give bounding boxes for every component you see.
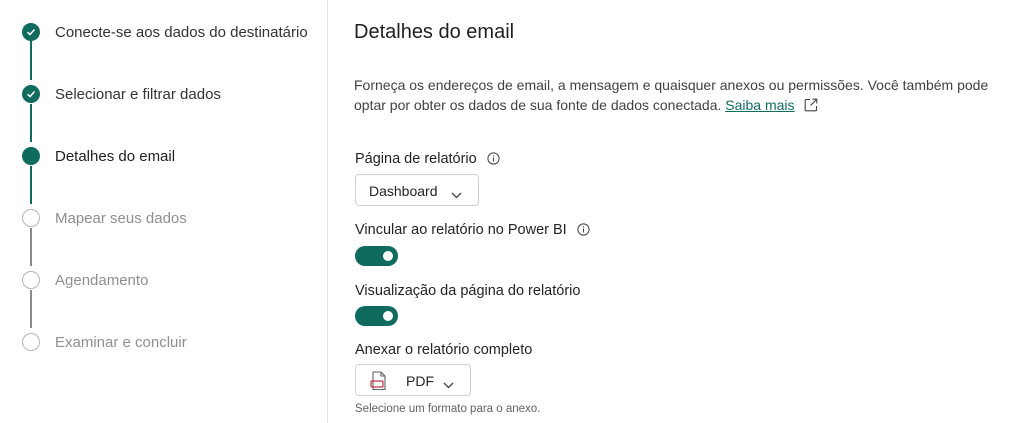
- step-connect-recipient-data[interactable]: Conecte-se aos dados do destinatário: [0, 20, 327, 44]
- step-review-finish[interactable]: Examinar e concluir: [0, 330, 327, 354]
- link-report-label-text: Vincular ao relatório no Power BI: [355, 222, 567, 238]
- attachment-format-dropdown[interactable]: PDF: [355, 364, 471, 396]
- step-label: Conecte-se aos dados do destinatário: [55, 24, 308, 41]
- step-map-data[interactable]: Mapear seus dados: [0, 206, 327, 230]
- report-page-label: Página de relatório: [355, 151, 500, 169]
- chevron-down-icon: [443, 376, 454, 394]
- step-label: Agendamento: [55, 272, 149, 289]
- step-select-filter-data[interactable]: Selecionar e filtrar dados: [0, 82, 327, 106]
- link-report-label: Vincular ao relatório no Power BI: [355, 222, 590, 240]
- report-page-label-text: Página de relatório: [355, 151, 477, 167]
- step-label: Selecionar e filtrar dados: [55, 86, 221, 103]
- email-details-panel: Detalhes do email Forneça os endereços d…: [328, 0, 1024, 423]
- step-connector: [30, 228, 32, 266]
- step-label: Mapear seus dados: [55, 210, 187, 227]
- step-email-details[interactable]: Detalhes do email: [0, 144, 327, 168]
- step-pending-icon: [22, 271, 40, 289]
- page-title: Detalhes do email: [354, 21, 515, 43]
- report-page-dropdown[interactable]: Dashboard: [355, 174, 479, 206]
- step-label: Examinar e concluir: [55, 334, 187, 351]
- chevron-down-icon: [451, 186, 462, 204]
- attachment-format-value: PDF: [406, 373, 434, 389]
- step-connector: [30, 104, 32, 142]
- step-complete-icon: [22, 85, 40, 103]
- learn-more-link[interactable]: Saiba mais: [725, 97, 794, 113]
- step-pending-icon: [22, 333, 40, 351]
- open-external-icon[interactable]: [804, 97, 818, 117]
- description: Forneça os endereços de email, a mensage…: [354, 75, 994, 117]
- pdf-file-icon: [370, 371, 388, 396]
- step-connector: [30, 40, 32, 80]
- step-connector: [30, 290, 32, 328]
- step-schedule[interactable]: Agendamento: [0, 268, 327, 292]
- wizard-stepper: Conecte-se aos dados do destinatário Sel…: [0, 0, 327, 423]
- info-icon[interactable]: [487, 152, 500, 169]
- report-page-value: Dashboard: [369, 183, 438, 199]
- link-report-toggle[interactable]: [355, 246, 398, 266]
- check-icon: [26, 90, 36, 98]
- toggle-knob: [383, 311, 393, 321]
- attach-full-report-label: Anexar o relatório completo: [355, 342, 533, 358]
- step-label: Detalhes do email: [55, 148, 176, 165]
- page-preview-toggle[interactable]: [355, 306, 398, 326]
- check-icon: [26, 28, 36, 36]
- step-complete-icon: [22, 23, 40, 41]
- step-connector: [30, 166, 32, 204]
- page-preview-label: Visualização da página do relatório: [355, 283, 581, 299]
- attachment-hint: Selecione um formato para o anexo.: [355, 403, 541, 415]
- info-icon[interactable]: [577, 223, 590, 240]
- description-text: Forneça os endereços de email, a mensage…: [354, 77, 989, 113]
- toggle-knob: [383, 251, 393, 261]
- step-current-icon: [22, 147, 40, 165]
- step-pending-icon: [22, 209, 40, 227]
